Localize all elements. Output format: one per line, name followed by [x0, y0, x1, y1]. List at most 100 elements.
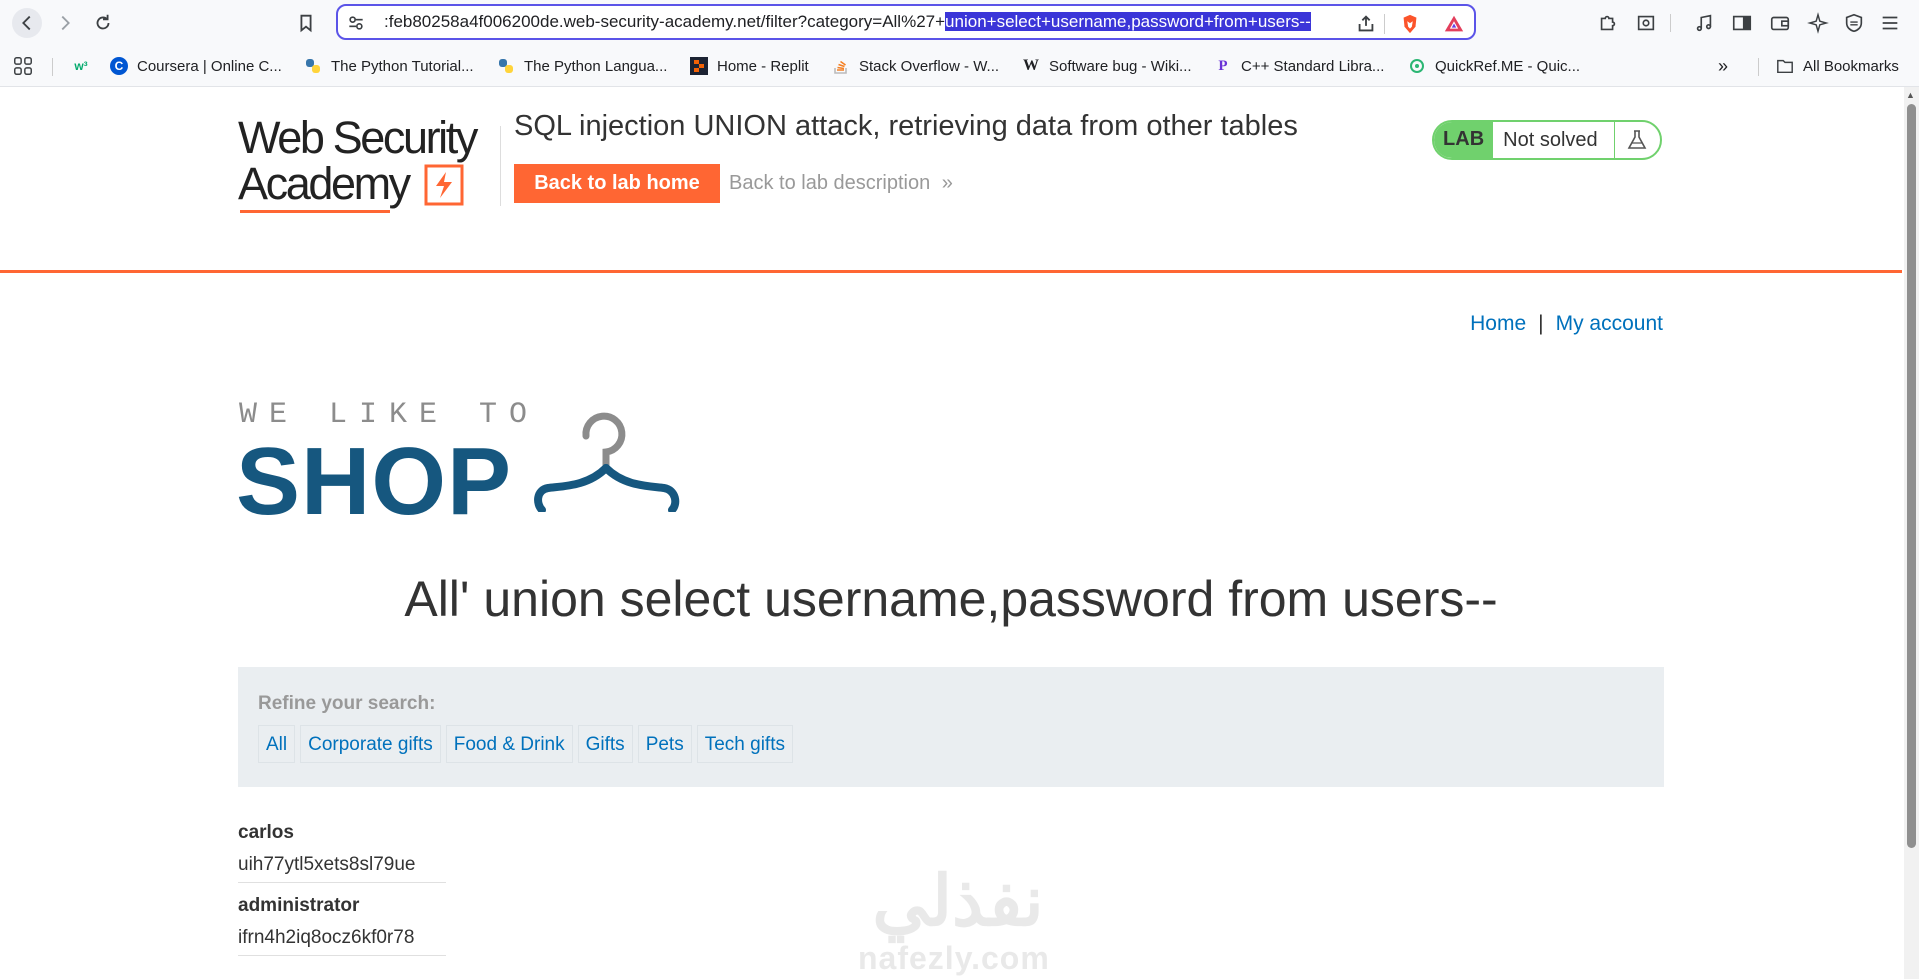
- lab-status-widget: LAB Not solved: [1432, 120, 1662, 160]
- vpn-button[interactable]: [1842, 11, 1866, 35]
- home-link[interactable]: Home: [1470, 312, 1526, 335]
- filter-tech-gifts[interactable]: Tech gifts: [696, 725, 793, 763]
- double-chevron-right-icon: »: [941, 172, 953, 194]
- share-button[interactable]: [1354, 12, 1378, 36]
- reload-button[interactable]: [88, 8, 118, 38]
- forward-button[interactable]: [50, 8, 80, 38]
- url-text[interactable]: :feb80258a4f006200de.web-security-academ…: [384, 6, 1311, 38]
- bookmark-coursera[interactable]: C Coursera | Online C...: [110, 54, 282, 78]
- wallet-button[interactable]: [1768, 11, 1792, 35]
- reload-icon: [96, 14, 110, 30]
- results-table: carlos uih77ytl5xets8sl79ue administrato…: [238, 818, 446, 956]
- bookmark-wikipedia[interactable]: W Software bug - Wiki...: [1022, 54, 1192, 78]
- stackoverflow-icon: [832, 57, 850, 75]
- more-bookmarks-button[interactable]: »: [1718, 54, 1728, 78]
- bookmark-stackoverflow[interactable]: Stack Overflow - W...: [832, 54, 999, 78]
- back-arrow-icon: [22, 15, 31, 31]
- music-note-icon: [1696, 14, 1712, 32]
- media-button[interactable]: [1692, 11, 1716, 35]
- category-filters: All Corporate gifts Food & Drink Gifts P…: [258, 725, 798, 763]
- wikipedia-icon: W: [1023, 57, 1039, 74]
- clothes-hanger-icon: [534, 412, 680, 512]
- share-icon: [1358, 15, 1374, 32]
- back-to-lab-description-link[interactable]: Back to lab description »: [729, 172, 953, 195]
- puzzle-icon: [1600, 15, 1616, 31]
- sidebar-button[interactable]: [1730, 11, 1754, 35]
- logo-line2: Academy: [238, 158, 411, 209]
- all-bookmarks-button[interactable]: All Bookmarks: [1776, 54, 1899, 78]
- refine-search-label: Refine your search:: [258, 693, 436, 714]
- filter-pets[interactable]: Pets: [637, 725, 692, 763]
- bookmark-python-tutorial[interactable]: The Python Tutorial...: [304, 54, 474, 78]
- filter-all[interactable]: All: [258, 725, 296, 763]
- shop-logo-tagline: WE LIKE TO: [239, 398, 540, 432]
- shield-icon: [1845, 13, 1863, 33]
- back-button[interactable]: [12, 8, 42, 38]
- bookmarks-bar: w³ C Coursera | Online C... The Python T…: [0, 46, 1919, 87]
- sidebar-icon: [1732, 15, 1752, 31]
- all-bookmarks-label: All Bookmarks: [1803, 57, 1899, 75]
- sparkle-icon: [1807, 12, 1829, 34]
- academy-bolt-icon: [424, 164, 464, 206]
- result-username: administrator: [238, 895, 360, 916]
- bookmark-replit[interactable]: Home - Replit: [690, 54, 809, 78]
- lab-title: SQL injection UNION attack, retrieving d…: [514, 110, 1298, 142]
- lab-status-text: Not solved: [1503, 128, 1598, 151]
- forward-arrow-icon: [61, 15, 70, 31]
- nafezly-watermark: نفذلي nafezly.com: [848, 860, 1068, 978]
- site-settings-icon[interactable]: [346, 13, 366, 33]
- w3schools-icon: w³: [74, 59, 88, 73]
- web-security-academy-logo[interactable]: Web Security Academy: [236, 114, 492, 214]
- replit-icon: [690, 57, 708, 75]
- bookmark-python-language[interactable]: The Python Langua...: [497, 54, 667, 78]
- header-separator: [0, 270, 1902, 273]
- brave-lion-icon: [1403, 14, 1417, 34]
- scroll-up-arrow-icon[interactable]: ▲: [1906, 90, 1915, 100]
- shop-logo-wordmark: SHOP: [236, 428, 513, 535]
- bookmark-label: The Python Tutorial...: [331, 57, 474, 75]
- back-to-description-label: Back to lab description: [729, 172, 931, 194]
- python-icon: [304, 57, 322, 75]
- bookmark-label: QuickRef.ME - Quic...: [1435, 57, 1581, 75]
- menu-button[interactable]: [1878, 11, 1902, 35]
- my-account-link[interactable]: My account: [1556, 312, 1663, 335]
- bookmark-cpp[interactable]: P C++ Standard Libra...: [1214, 54, 1384, 78]
- result-username: carlos: [238, 822, 294, 843]
- bookmark-icon: [300, 14, 312, 33]
- bookmarks-divider: [52, 58, 53, 76]
- cpp-icon: P: [1218, 57, 1228, 74]
- url-divider: [1384, 14, 1385, 34]
- bookmark-label: Coursera | Online C...: [137, 57, 282, 75]
- folder-icon: [1776, 57, 1794, 75]
- brave-rewards-button[interactable]: [1442, 12, 1466, 36]
- watermark-latin: nafezly.com: [858, 940, 1050, 976]
- bookmark-page-button[interactable]: [291, 8, 321, 38]
- bookmark-w3schools[interactable]: w³: [72, 54, 99, 78]
- bookmark-label: Stack Overflow - W...: [859, 57, 1000, 75]
- browser-toolbar: :feb80258a4f006200de.web-security-academ…: [0, 0, 1919, 46]
- scrollbar-thumb[interactable]: [1907, 104, 1916, 848]
- address-bar[interactable]: :feb80258a4f006200de.web-security-academ…: [336, 4, 1476, 40]
- python-icon: [497, 57, 515, 75]
- apps-button[interactable]: [12, 54, 34, 78]
- result-password: uih77ytl5xets8sl79ue: [238, 848, 446, 883]
- back-to-lab-home-button[interactable]: Back to lab home: [514, 164, 720, 203]
- lab-badge: LAB: [1434, 122, 1494, 158]
- filter-gifts[interactable]: Gifts: [577, 725, 633, 763]
- filter-food-drink[interactable]: Food & Drink: [445, 725, 573, 763]
- bookmark-label: C++ Standard Libra...: [1241, 57, 1385, 75]
- hamburger-menu-icon: [1882, 16, 1898, 30]
- double-chevron-icon: »: [1718, 55, 1729, 76]
- brave-shields-button[interactable]: [1398, 12, 1422, 36]
- reader-mode-button[interactable]: [1634, 11, 1658, 35]
- coursera-icon: C: [110, 57, 128, 75]
- apps-grid-icon: [14, 57, 32, 75]
- bookmark-quickref[interactable]: QuickRef.ME - Quic...: [1408, 54, 1580, 78]
- watermark-arabic: نفذلي: [872, 862, 1044, 940]
- nav-separator: |: [1538, 312, 1544, 335]
- shop-logo: WE LIKE TO SHOP: [236, 398, 686, 532]
- filter-corporate-gifts[interactable]: Corporate gifts: [300, 725, 441, 763]
- leo-ai-button[interactable]: [1806, 11, 1830, 35]
- extensions-button[interactable]: [1596, 11, 1620, 35]
- bookmarks-divider: [1758, 58, 1759, 76]
